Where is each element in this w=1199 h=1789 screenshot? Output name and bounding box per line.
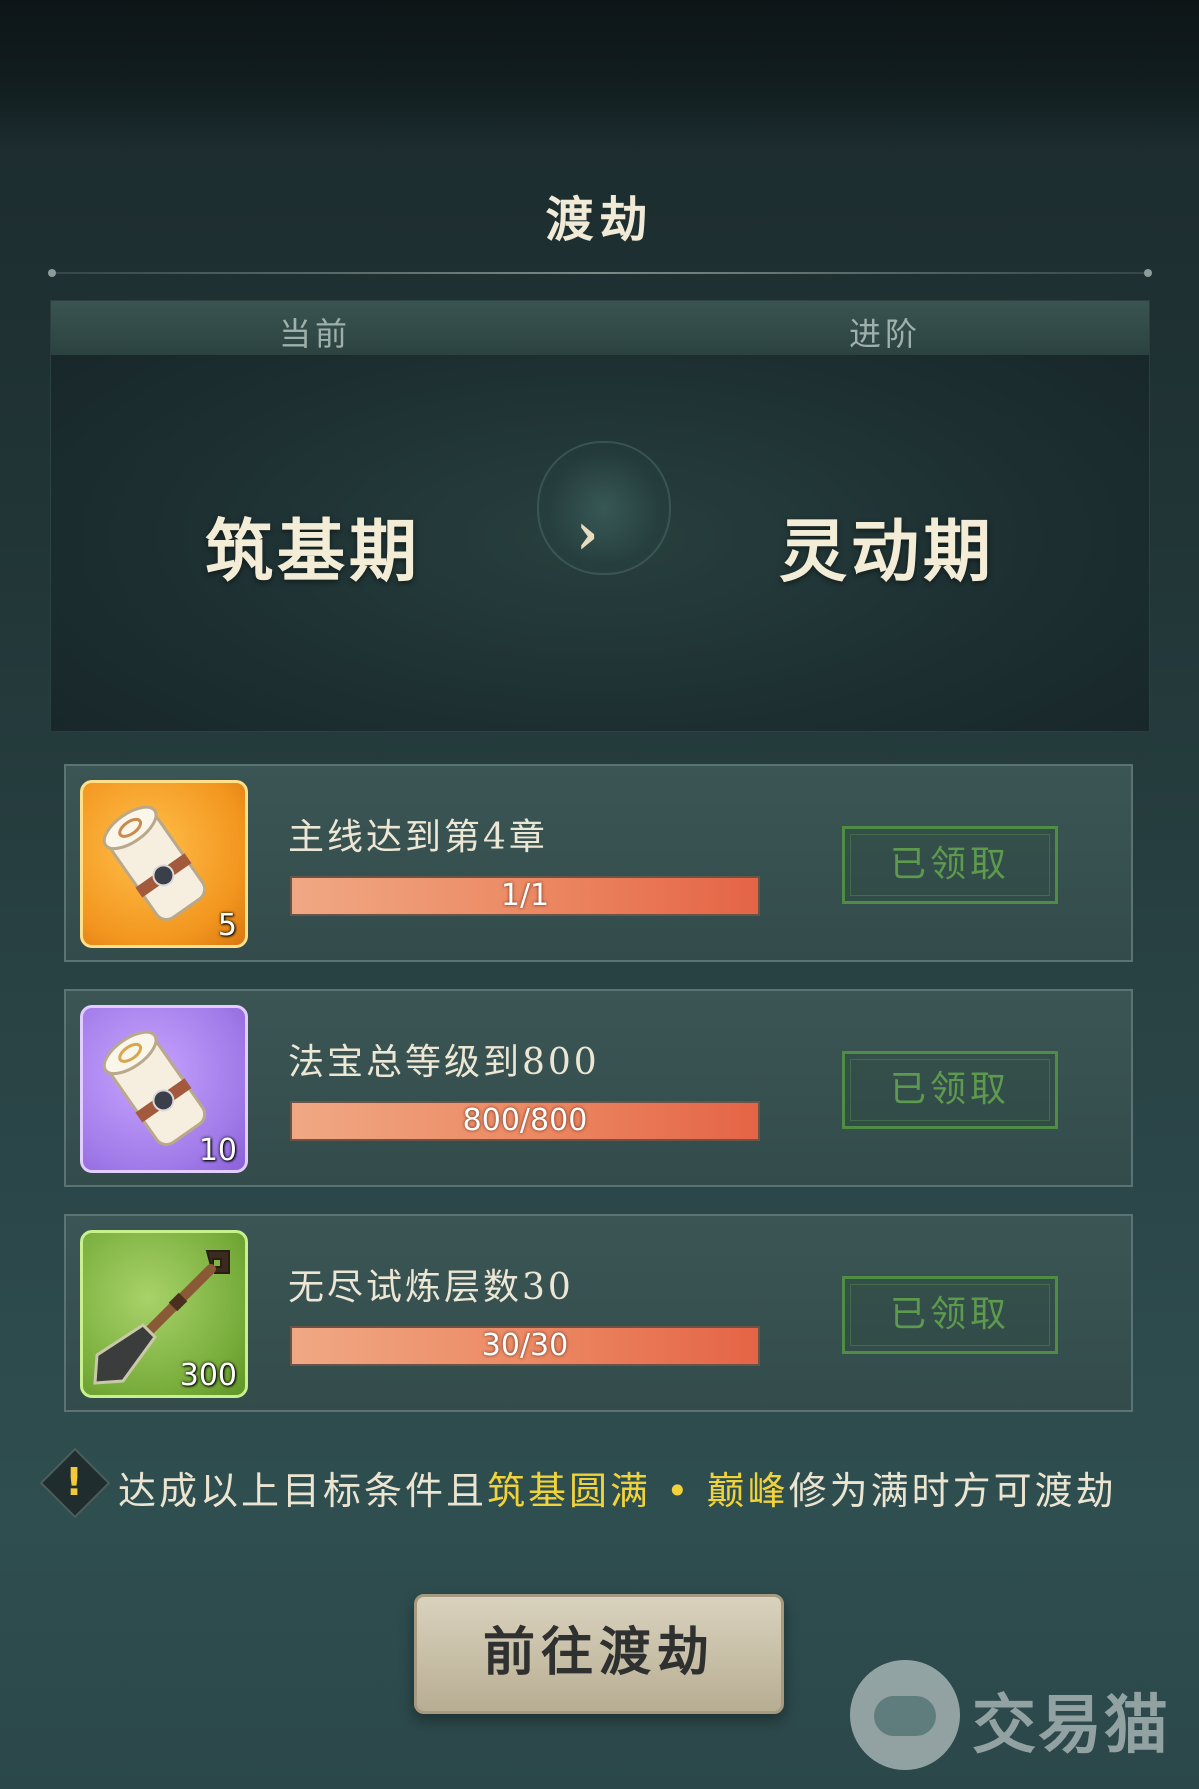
chevron-right-icon: ›: [576, 501, 599, 567]
task-row: 10 法宝总等级到800 800/800 已领取: [64, 989, 1133, 1187]
current-stage-name: 筑基期: [205, 512, 422, 592]
reward-item[interactable]: 5: [80, 780, 248, 948]
progress-text: 800/800: [462, 1103, 588, 1138]
task-progress-bar: 30/30: [290, 1326, 760, 1366]
notice-highlight-stage: 筑基圆满: [487, 1469, 652, 1513]
notice-text-after: 修为满时方可渡劫: [788, 1469, 1117, 1513]
progress-text: 30/30: [481, 1328, 569, 1363]
go-tribulation-button[interactable]: 前往渡劫: [414, 1594, 784, 1714]
task-row: 300 无尽试炼层数30 30/30 已领取: [64, 1214, 1133, 1412]
reward-quantity: 5: [217, 908, 237, 943]
task-progress-bar: 800/800: [290, 1101, 760, 1141]
exclamation-icon: !: [65, 1460, 83, 1504]
cat-logo-icon: [850, 1660, 960, 1770]
notice-text-before: 达成以上目标条件且: [118, 1469, 488, 1513]
watermark-logo: 交易猫: [850, 1660, 1180, 1770]
portal-orb-decoration: [537, 441, 671, 575]
notice-separator: •: [651, 1469, 707, 1513]
reward-quantity: 300: [179, 1358, 237, 1393]
next-stage-name: 灵动期: [779, 512, 996, 592]
reward-quantity: 10: [198, 1133, 237, 1168]
divider-dot-left: [48, 269, 56, 277]
requirement-notice: ! 达成以上目标条件且筑基圆满 • 巅峰修为满时方可渡劫: [39, 1447, 1166, 1519]
claimed-button[interactable]: 已领取: [842, 1051, 1058, 1129]
progress-text: 1/1: [500, 878, 550, 913]
next-label: 进阶: [849, 315, 922, 353]
claimed-button[interactable]: 已领取: [842, 1276, 1058, 1354]
divider-dot-right: [1144, 269, 1152, 277]
notice-highlight-peak: 巅峰: [706, 1469, 789, 1513]
watermark-text: 交易猫: [972, 1689, 1170, 1763]
title-divider: [48, 269, 1152, 277]
stage-header: 当前 进阶: [51, 301, 1149, 355]
claimed-button[interactable]: 已领取: [842, 826, 1058, 904]
task-title: 无尽试炼层数30: [288, 1267, 574, 1308]
stage-panel: 当前 进阶 筑基期 › 灵动期: [50, 300, 1150, 732]
top-decorative-band: [0, 0, 1199, 150]
task-title: 主线达到第4章: [288, 817, 548, 858]
reward-item[interactable]: 10: [80, 1005, 248, 1173]
notice-text: 达成以上目标条件且筑基圆满 • 巅峰修为满时方可渡劫: [118, 1460, 1117, 1515]
task-title: 法宝总等级到800: [288, 1042, 600, 1083]
reward-item[interactable]: 300: [80, 1230, 248, 1398]
page-title: 渡劫: [545, 192, 654, 248]
current-label: 当前: [279, 315, 352, 353]
task-progress-bar: 1/1: [290, 876, 760, 916]
task-row: 5 主线达到第4章 1/1 已领取: [64, 764, 1133, 962]
